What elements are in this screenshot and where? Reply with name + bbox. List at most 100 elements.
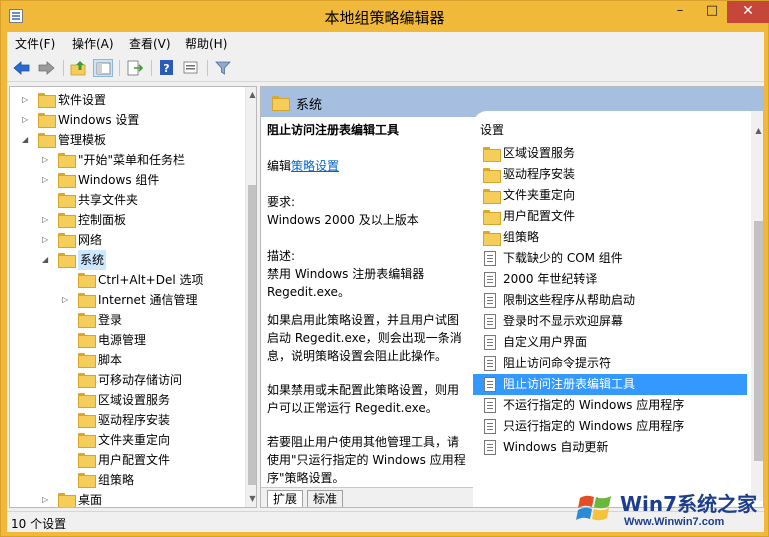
- up-folder-icon[interactable]: [69, 59, 89, 77]
- tree-item[interactable]: ▷ "开始"菜单和任务栏: [10, 150, 244, 170]
- tree-item[interactable]: ◢ 管理模板: [10, 130, 244, 150]
- tree-item-label: 区域设置服务: [98, 393, 171, 407]
- collapsed-arrow-icon[interactable]: ▷: [42, 155, 51, 164]
- settings-list[interactable]: 设置 区域设置服务 驱动程序安装 文件夹重定向 用户配置文件 组策略下载缺少的 COM …: [473, 111, 763, 501]
- folder-icon: [78, 373, 96, 388]
- back-arrow-icon[interactable]: [12, 59, 32, 77]
- toolbar-separator: [207, 60, 208, 76]
- tree-scroll-thumb[interactable]: [248, 185, 256, 485]
- list-setting-item[interactable]: Windows 自动更新: [473, 437, 747, 458]
- list-scroll-thumb[interactable]: [754, 221, 763, 461]
- collapsed-arrow-icon[interactable]: ▷: [22, 115, 31, 124]
- folder-icon: [78, 313, 96, 328]
- menu-action[interactable]: 操作(A): [72, 35, 114, 52]
- scroll-up-arrow-icon[interactable]: ▲: [753, 125, 763, 136]
- tab-extended[interactable]: 扩展: [267, 490, 304, 507]
- tree-item[interactable]: ▷ Windows 设置: [10, 110, 244, 130]
- tree-item[interactable]: Ctrl+Alt+Del 选项: [10, 270, 244, 290]
- list-setting-item[interactable]: 不运行指定的 Windows 应用程序: [473, 395, 747, 416]
- close-button[interactable]: ✕: [727, 1, 769, 23]
- forward-arrow-icon[interactable]: [36, 59, 56, 77]
- scroll-down-arrow-icon[interactable]: ▼: [247, 493, 256, 504]
- tab-standard[interactable]: 标准: [307, 490, 344, 507]
- toolbar-separator: [63, 60, 64, 76]
- list-folder-item[interactable]: 用户配置文件: [473, 206, 747, 227]
- list-setting-item[interactable]: 阻止访问命令提示符: [473, 353, 747, 374]
- folder-icon: [58, 493, 76, 507]
- tree-item[interactable]: 驱动程序安装: [10, 410, 244, 430]
- tree-item[interactable]: 脚本: [10, 350, 244, 370]
- scroll-up-arrow-icon[interactable]: ▲: [247, 89, 256, 100]
- tree-item[interactable]: 组策略: [10, 470, 244, 490]
- list-setting-item[interactable]: 2000 年世纪转译: [473, 269, 747, 290]
- list-folder-item[interactable]: 组策略: [473, 227, 747, 248]
- tree-item[interactable]: 可移动存储访问: [10, 370, 244, 390]
- export-list-icon[interactable]: [125, 59, 145, 77]
- tree-item[interactable]: ▷ 控制面板: [10, 210, 244, 230]
- watermark: Win7系统之家 Www.Winwin7.com: [576, 486, 766, 534]
- collapsed-arrow-icon[interactable]: ▷: [42, 235, 51, 244]
- description-paragraph-2: 如果禁用或未配置此策略设置，则用户可以正常运行 Regedit.exe。: [267, 383, 460, 415]
- help-icon[interactable]: ?: [157, 59, 177, 77]
- menu-view[interactable]: 查看(V): [129, 35, 171, 52]
- list-setting-item[interactable]: 阻止访问注册表编辑工具: [473, 374, 747, 395]
- menu-file[interactable]: 文件(F): [15, 35, 55, 52]
- collapsed-arrow-icon[interactable]: ▷: [42, 495, 51, 504]
- list-folder-item[interactable]: 区域设置服务: [473, 143, 747, 164]
- status-text: 10 个设置: [11, 517, 67, 531]
- tree-item[interactable]: ▷ Internet 通信管理: [10, 290, 244, 310]
- collapsed-arrow-icon[interactable]: ▷: [42, 215, 51, 224]
- list-scrollbar[interactable]: ▲: [751, 111, 763, 501]
- extended-view: 阻止访问注册表编辑工具 编辑策略设置 要求: Windows 2000 及以上版…: [261, 117, 473, 487]
- list-item-label: 自定义用户界面: [503, 335, 588, 349]
- title-bar[interactable]: 本地组策略编辑器 – □ ✕: [1, 1, 769, 32]
- collapsed-arrow-icon[interactable]: ▷: [62, 295, 71, 304]
- properties-icon[interactable]: [181, 59, 201, 77]
- show-hide-tree-icon[interactable]: [93, 59, 113, 77]
- list-column-header[interactable]: 设置: [480, 121, 504, 138]
- tree-item[interactable]: 电源管理: [10, 330, 244, 350]
- folder-icon: [78, 393, 96, 408]
- edit-policy-link[interactable]: 策略设置: [291, 159, 339, 173]
- menu-help[interactable]: 帮助(H): [185, 35, 227, 52]
- tree-item-label: 组策略: [98, 473, 135, 487]
- list-folder-item[interactable]: 驱动程序安装: [473, 164, 747, 185]
- list-setting-item[interactable]: 只运行指定的 Windows 应用程序: [473, 416, 747, 437]
- collapsed-arrow-icon[interactable]: ▷: [42, 175, 51, 184]
- tree-item[interactable]: ▷ Windows 组件: [10, 170, 244, 190]
- toolbar: ?: [7, 54, 764, 82]
- tree-item[interactable]: 登录: [10, 310, 244, 330]
- tree-item[interactable]: ▷ 网络: [10, 230, 244, 250]
- menu-bar: 文件(F) 操作(A) 查看(V) 帮助(H): [7, 32, 764, 53]
- expanded-arrow-icon[interactable]: ◢: [42, 255, 51, 264]
- tree-scrollbar[interactable]: ▲ ▼: [245, 87, 256, 507]
- list-setting-item[interactable]: 限制这些程序从帮助启动: [473, 290, 747, 311]
- tree-item[interactable]: ◢ 系统: [10, 250, 244, 270]
- window: 本地组策略编辑器 – □ ✕ 文件(F) 操作(A) 查看(V) 帮助(H) ?…: [0, 0, 769, 537]
- tree-item[interactable]: 区域设置服务: [10, 390, 244, 410]
- policy-setting-icon: [484, 440, 496, 455]
- folder-icon: [78, 433, 96, 448]
- folder-icon: [78, 333, 96, 348]
- list-setting-item[interactable]: 下载缺少的 COM 组件: [473, 248, 747, 269]
- minimize-button[interactable]: –: [663, 1, 697, 23]
- tree-pane[interactable]: ▷ 软件设置 ▷ Windows 设置 ◢ 管理模板 ▷ "开始"菜单和任务栏 ▷ Windows…: [9, 86, 257, 508]
- filter-icon[interactable]: [213, 59, 233, 77]
- tree-item[interactable]: ▷ 软件设置: [10, 90, 244, 110]
- folder-icon: [78, 353, 96, 368]
- tree-item-label: Ctrl+Alt+Del 选项: [98, 273, 204, 287]
- list-item-label: 下载缺少的 COM 组件: [503, 251, 623, 265]
- tree-item[interactable]: 用户配置文件: [10, 450, 244, 470]
- collapsed-arrow-icon[interactable]: ▷: [22, 95, 31, 104]
- list-setting-item[interactable]: 登录时不显示欢迎屏幕: [473, 311, 747, 332]
- folder-icon: [78, 413, 96, 428]
- tree-item[interactable]: ▷ 桌面: [10, 490, 244, 507]
- list-setting-item[interactable]: 自定义用户界面: [473, 332, 747, 353]
- expanded-arrow-icon[interactable]: ◢: [22, 135, 31, 144]
- tree-item[interactable]: 共享文件夹: [10, 190, 244, 210]
- maximize-button[interactable]: □: [697, 1, 727, 23]
- description-paragraph-3: 若要阻止用户使用其他管理工具，请使用"只运行指定的 Windows 应用程序"策…: [267, 435, 466, 485]
- tree-item[interactable]: 文件夹重定向: [10, 430, 244, 450]
- list-folder-item[interactable]: 文件夹重定向: [473, 185, 747, 206]
- folder-icon: [58, 193, 76, 208]
